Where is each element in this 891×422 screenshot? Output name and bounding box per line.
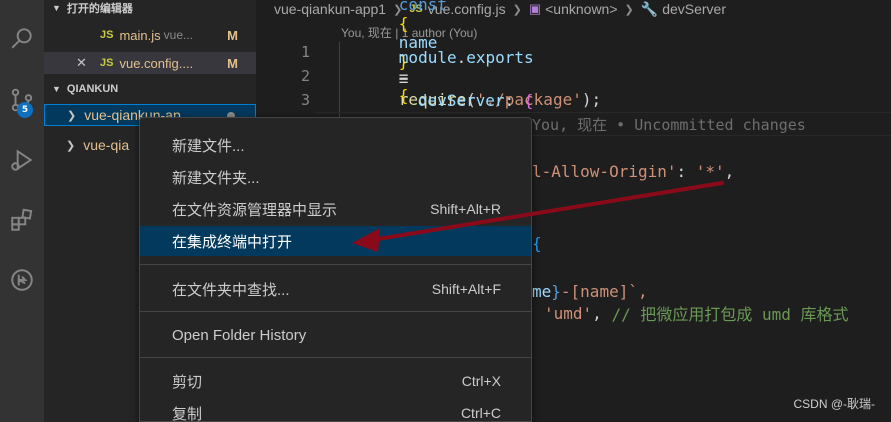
menu-item-reveal-in-explorer[interactable]: 在文件资源管理器中显示 Shift+Alt+R <box>140 194 531 224</box>
chevron-down-icon: ▼ <box>52 3 61 13</box>
open-editor-folder: vue... <box>163 28 194 42</box>
code-token: exports <box>466 47 534 67</box>
open-editors-header[interactable]: ▼ 打开的编辑器 <box>44 0 256 19</box>
extensions-icon[interactable] <box>0 198 44 242</box>
chevron-right-icon: ❯ <box>66 139 76 152</box>
code-fragment-name: me} -[name]`, <box>532 281 648 301</box>
menu-item-open-folder-history[interactable]: Open Folder History <box>140 320 531 350</box>
code-fragment-umd: 'umd', // 把微应用打包成 umd 库格式 <box>544 303 849 325</box>
tree-folder-label: vue-qia <box>83 137 130 153</box>
js-file-icon: JS <box>100 29 114 41</box>
chevron-right-icon: ❯ <box>624 3 634 16</box>
line-number: 3 <box>300 91 310 109</box>
js-file-icon: JS <box>100 57 114 69</box>
line-number: 1 <box>300 43 310 61</box>
close-icon[interactable]: ✕ <box>76 55 87 71</box>
code-token: devServer <box>417 90 505 110</box>
line-number: 2 <box>300 67 310 85</box>
menu-separator <box>140 357 531 358</box>
menu-item-new-folder[interactable]: 新建文件夹... <box>140 162 531 192</box>
open-editor-item-main-js[interactable]: JS main.js vue... M <box>44 24 256 46</box>
menu-item-cut[interactable]: 剪切 Ctrl+X <box>140 366 531 396</box>
chevron-down-icon: ▼ <box>52 84 61 94</box>
open-editor-item-vue-config[interactable]: ✕ JS vue.config.... M <box>44 52 256 74</box>
code-line-3: 3 devServer: { <box>256 88 891 112</box>
code-fragment-brace: { <box>532 233 542 253</box>
run-debug-icon[interactable] <box>0 138 44 182</box>
modified-badge: M <box>227 55 238 71</box>
watermark: CSDN @-耿瑞- <box>793 397 875 411</box>
menu-item-new-file[interactable]: 新建文件... <box>140 130 531 160</box>
context-menu: 新建文件... 新建文件夹... 在文件资源管理器中显示 Shift+Alt+R… <box>139 117 532 422</box>
code-line-2: 2 module.exports = { <box>256 48 891 105</box>
wrench-icon: 🔧 <box>640 0 659 17</box>
code-token: { <box>523 90 534 110</box>
menu-item-find-in-folder[interactable]: 在文件夹中查找... Shift+Alt+F <box>140 274 531 304</box>
code-token: const <box>398 0 447 14</box>
scm-badge: 5 <box>17 102 33 118</box>
workspace-header[interactable]: ▼ QIANKUN <box>44 78 256 100</box>
menu-item-open-in-terminal[interactable]: 在集成终端中打开 <box>140 226 531 256</box>
open-editor-filename: vue.config.... <box>119 55 194 71</box>
inline-blame[interactable]: You, 现在 • Uncommitted changes <box>532 112 806 136</box>
menu-separator <box>140 311 531 312</box>
modified-badge: M <box>227 27 238 43</box>
code-token: module <box>398 47 457 67</box>
search-icon[interactable] <box>0 16 44 60</box>
remote-explorer-icon[interactable] <box>0 258 44 302</box>
workspace-title: QIANKUN <box>66 83 119 95</box>
open-editors-title: 打开的编辑器 <box>66 3 133 15</box>
menu-separator <box>140 264 531 265</box>
chevron-right-icon: ❯ <box>67 109 77 122</box>
breadcrumb-property[interactable]: devServer <box>662 1 726 17</box>
menu-item-copy[interactable]: 复制 Ctrl+C <box>140 398 531 422</box>
open-editor-filename: main.js <box>119 27 161 43</box>
code-fragment-origin: l-Allow-Origin': '*', <box>532 161 735 181</box>
activity-bar: 5 <box>0 0 44 422</box>
